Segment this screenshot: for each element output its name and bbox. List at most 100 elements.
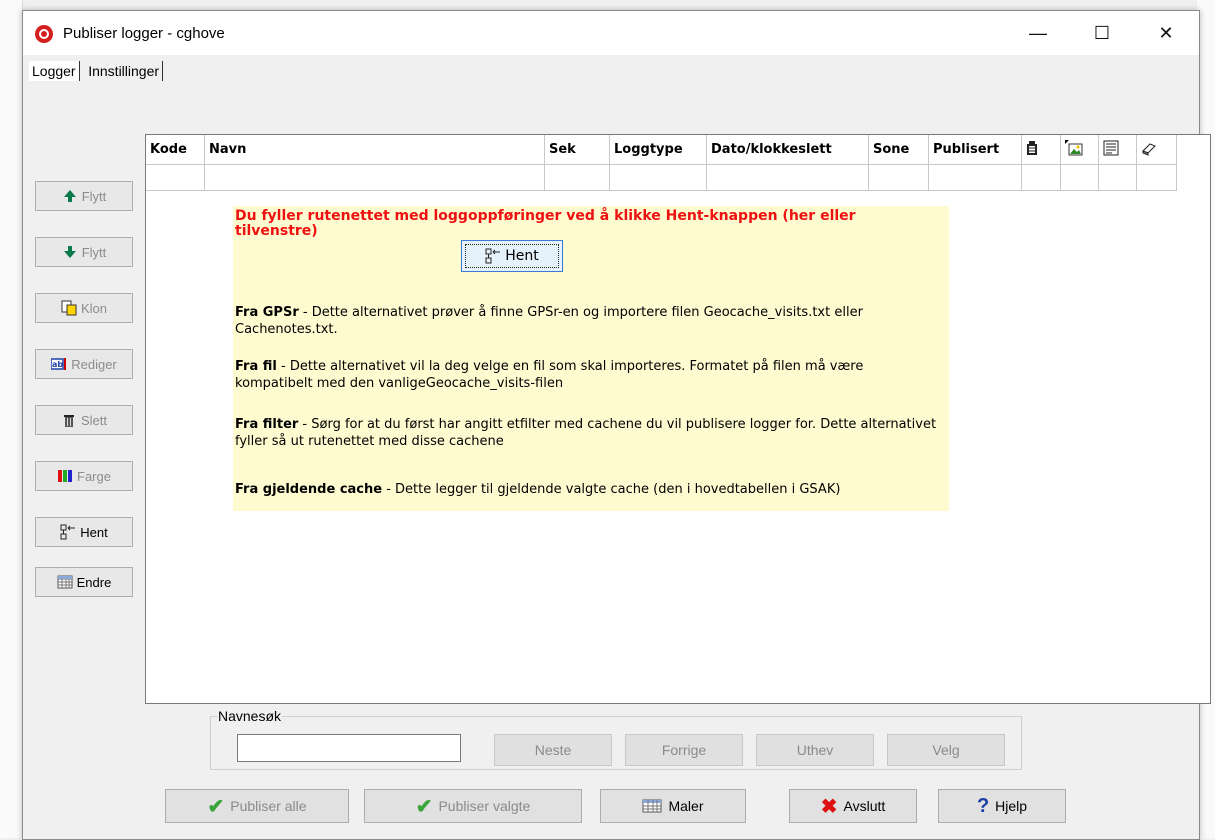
eraser-icon <box>1142 142 1156 156</box>
clone-label: Klon <box>80 300 108 316</box>
col-image-icon-header[interactable] <box>1060 135 1099 165</box>
arrow-down-icon <box>63 246 76 258</box>
grid-icon <box>642 799 662 813</box>
trash-icon <box>63 415 74 427</box>
instructions-panel: Du fyller rutenettet med loggoppføringer… <box>233 206 949 511</box>
exit-label: Avslutt <box>843 798 886 814</box>
table-row[interactable] <box>146 164 1177 191</box>
name-search-legend: Navnesøk <box>217 708 283 724</box>
grid-cell[interactable] <box>706 164 869 191</box>
col-logtype[interactable]: Loggtype <box>609 135 707 165</box>
name-search-group: Navnesøk Neste Forrige Uthev Velg <box>210 708 1022 770</box>
info-paragraph-filter: Fra filter - Sørg for at du først har an… <box>235 416 940 450</box>
col-published[interactable]: Publisert <box>928 135 1022 165</box>
exit-button[interactable]: ✖ Avslutt <box>789 789 917 823</box>
travelbug-icon <box>1027 140 1037 155</box>
title-bar[interactable]: Publiser logger - cghove — ☐ ✕ <box>23 11 1199 55</box>
info-paragraph-current: Fra gjeldende cache - Dette legger til g… <box>235 481 940 498</box>
col-code[interactable]: Kode <box>146 135 205 165</box>
grid-cell[interactable] <box>544 164 610 191</box>
col-sec[interactable]: Sek <box>544 135 610 165</box>
info-title: Fra gjeldende cache <box>235 482 383 497</box>
edit-button[interactable]: ab Rediger <box>35 349 133 379</box>
background-app-left <box>0 0 23 838</box>
publish-all-button[interactable]: ✔ Publiser alle <box>165 789 349 823</box>
templates-button[interactable]: Maler <box>600 789 746 823</box>
col-bug-icon-header[interactable] <box>1021 135 1061 165</box>
publish-selected-button[interactable]: ✔ Publiser valgte <box>364 789 582 823</box>
image-icon <box>1065 139 1083 155</box>
info-title: Fra filter <box>235 417 299 432</box>
arrow-up-icon <box>63 190 76 202</box>
color-icon <box>58 470 73 482</box>
help-label: Hjelp <box>995 798 1028 814</box>
publish-selected-label: Publiser valgte <box>438 798 531 814</box>
previous-button[interactable]: Forrige <box>625 734 743 766</box>
move-down-label: Flytt <box>81 244 107 260</box>
svg-text:ab: ab <box>52 360 63 369</box>
checkmark-icon: ✔ <box>207 795 225 818</box>
move-up-label: Flytt <box>81 188 107 204</box>
tab-logger[interactable]: Logger <box>29 61 80 81</box>
maximize-button[interactable]: ☐ <box>1079 17 1125 49</box>
grid-icon <box>57 575 73 589</box>
grid-cell[interactable] <box>1021 164 1061 191</box>
grid-cell[interactable] <box>146 164 205 191</box>
grid-cell[interactable] <box>1060 164 1099 191</box>
color-button[interactable]: Farge <box>35 461 133 491</box>
instructions-headline: Du fyller rutenettet med loggoppføringer… <box>235 208 856 239</box>
fetch-label: Hent <box>80 524 108 540</box>
edit-label: Rediger <box>71 356 117 372</box>
change-label: Endre <box>76 574 112 590</box>
fetch-icon <box>485 248 501 264</box>
change-button[interactable]: Endre <box>35 567 133 597</box>
close-x-icon: ✖ <box>820 795 838 818</box>
info-title: Fra fil <box>235 359 277 374</box>
move-down-button[interactable]: Flytt <box>35 237 133 267</box>
col-datetime[interactable]: Dato/klokkeslett <box>706 135 869 165</box>
delete-label: Slett <box>80 412 107 428</box>
fetch-center-button[interactable]: Hent <box>461 240 563 272</box>
col-note-icon-header[interactable] <box>1098 135 1137 165</box>
grid-cell[interactable] <box>1136 164 1177 191</box>
col-zone[interactable]: Sone <box>868 135 929 165</box>
info-title: Fra GPSr <box>235 305 299 320</box>
window-title: Publiser logger - cghove <box>63 25 225 42</box>
clone-button[interactable]: Klon <box>35 293 133 323</box>
help-button[interactable]: ? Hjelp <box>938 789 1066 823</box>
select-button[interactable]: Velg <box>887 734 1005 766</box>
grid-cell[interactable] <box>868 164 929 191</box>
templates-label: Maler <box>668 798 704 814</box>
fetch-button[interactable]: Hent <box>35 517 133 547</box>
help-question-icon: ? <box>976 794 990 817</box>
col-name[interactable]: Navn <box>204 135 545 165</box>
app-logo-icon <box>35 25 53 43</box>
info-text: - Dette legger til gjeldende valgte cach… <box>382 482 841 497</box>
color-label: Farge <box>77 468 111 484</box>
info-text: - Sørg for at du først har angitt etfilt… <box>235 417 937 449</box>
col-eraser-icon-header[interactable] <box>1136 135 1177 165</box>
grid-cell[interactable] <box>1098 164 1137 191</box>
tab-settings[interactable]: Innstillinger <box>85 61 164 81</box>
grid-cell[interactable] <box>204 164 545 191</box>
log-table: Kode Navn Sek Loggtype Dato/klokkeslett … <box>146 135 1177 191</box>
close-button[interactable]: ✕ <box>1143 17 1189 49</box>
info-paragraph-file: Fra fil - Dette alternativet vil la deg … <box>235 358 940 392</box>
grid-cell[interactable] <box>928 164 1022 191</box>
name-search-input[interactable] <box>237 734 461 762</box>
next-button[interactable]: Neste <box>494 734 612 766</box>
grid-cell[interactable] <box>609 164 707 191</box>
edit-icon: ab <box>51 358 67 370</box>
tab-bar: Logger Innstillinger <box>29 61 165 83</box>
minimize-button[interactable]: — <box>1015 17 1061 49</box>
checkmark-icon: ✔ <box>415 795 433 818</box>
delete-button[interactable]: Slett <box>35 405 133 435</box>
clone-icon <box>61 300 77 316</box>
publish-all-label: Publiser alle <box>230 798 307 814</box>
highlight-button[interactable]: Uthev <box>756 734 874 766</box>
grid-header-row: Kode Navn Sek Loggtype Dato/klokkeslett … <box>146 135 1177 165</box>
fetch-center-label: Hent <box>505 248 539 264</box>
info-text: - Dette alternativet vil la deg velge en… <box>235 359 864 391</box>
note-icon <box>1103 140 1119 155</box>
move-up-button[interactable]: Flytt <box>35 181 133 211</box>
